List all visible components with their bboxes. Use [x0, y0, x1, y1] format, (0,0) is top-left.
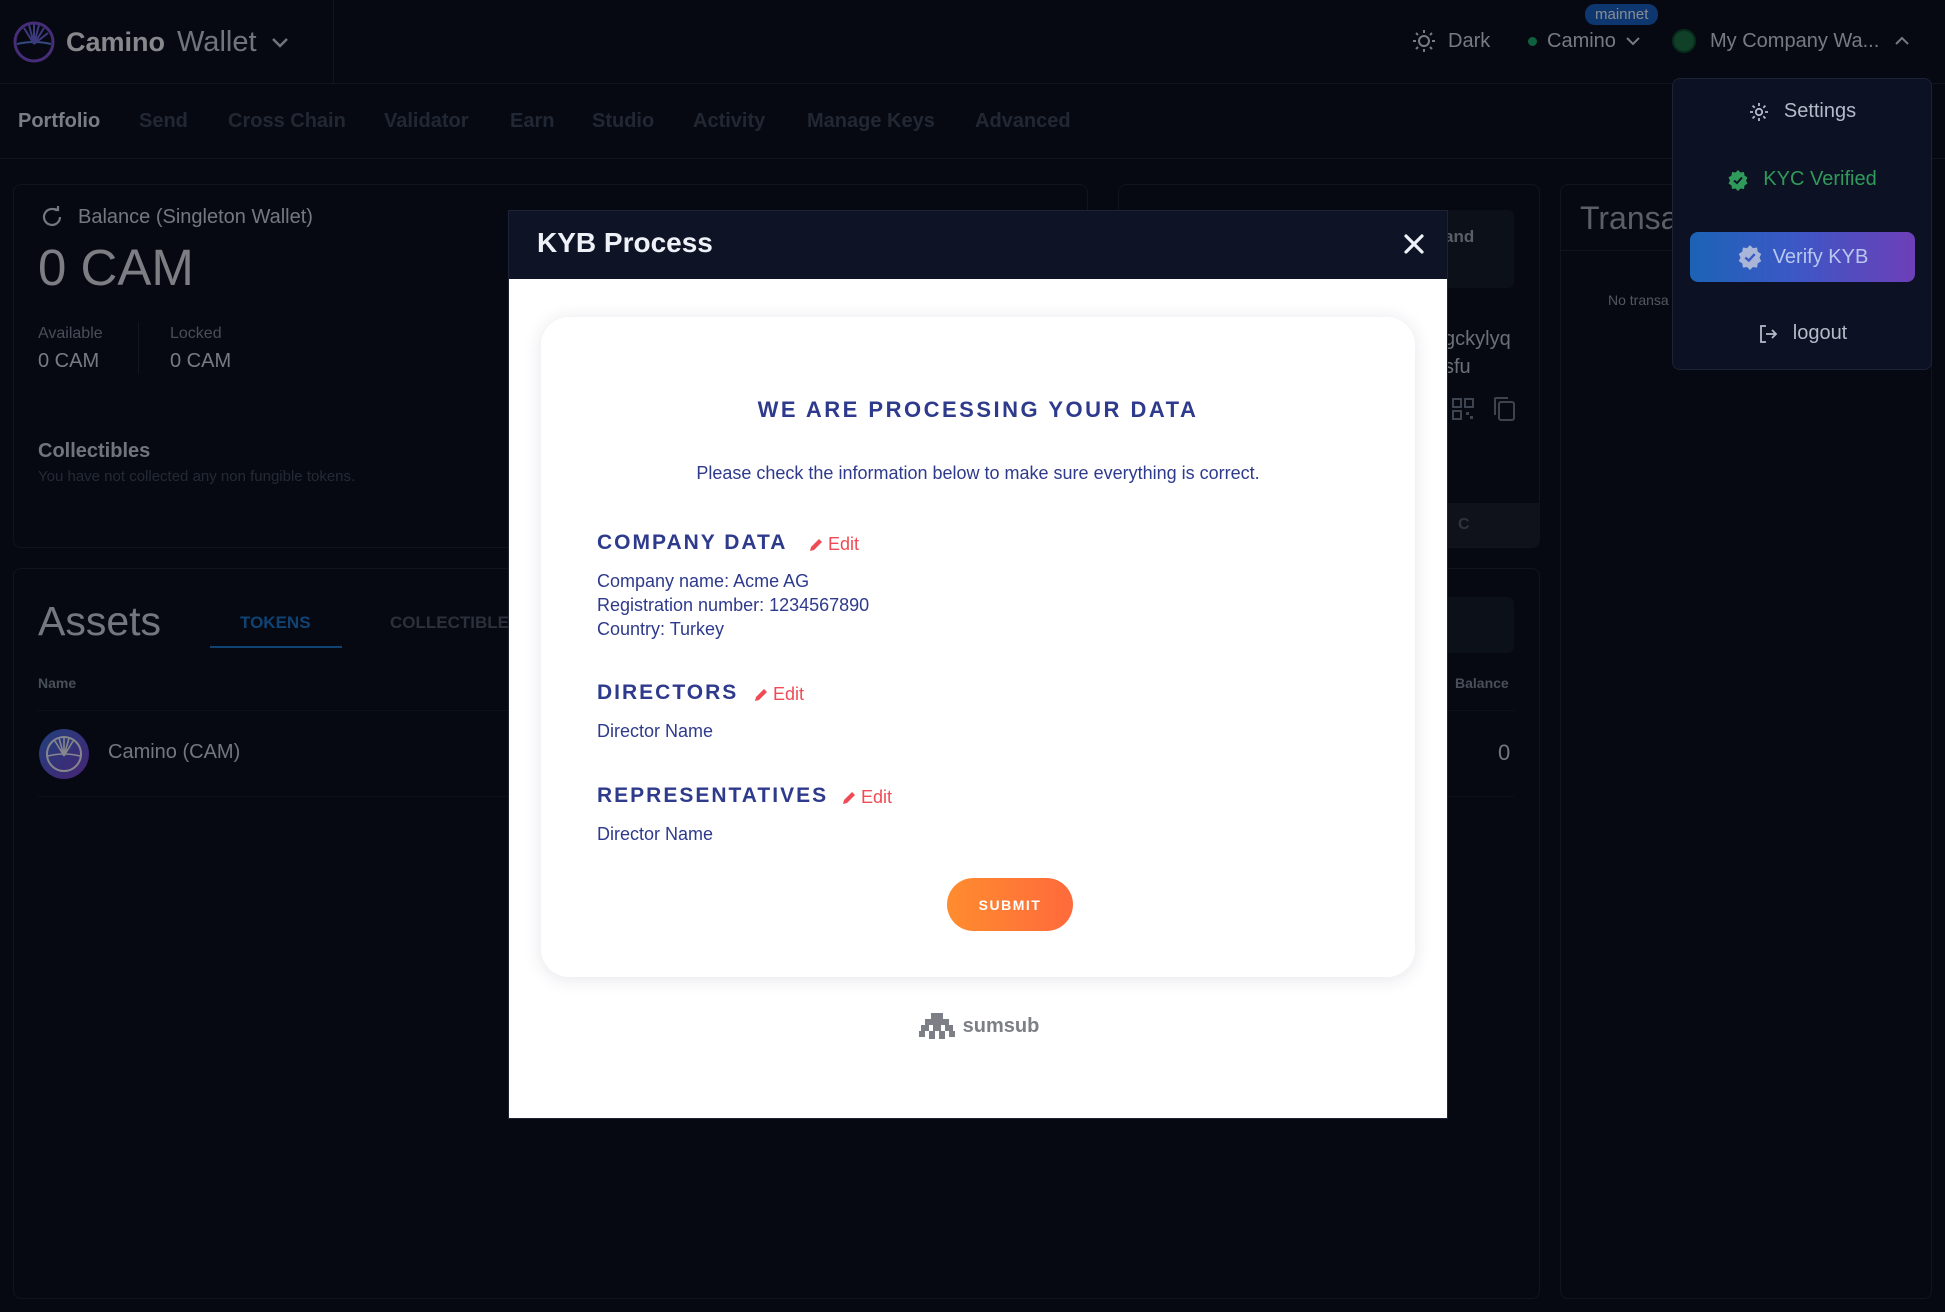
modal-title: KYB Process	[537, 227, 713, 258]
kyb-modal: KYB Process WE ARE PROCESSING YOUR DATA …	[509, 211, 1447, 1118]
menu-kyc-verified[interactable]: KYC Verified	[1672, 168, 1932, 191]
edit-company-link[interactable]: Edit	[808, 534, 859, 555]
gear-icon	[1749, 102, 1768, 121]
verified-badge-icon	[1738, 245, 1761, 270]
close-icon[interactable]	[1397, 227, 1431, 261]
country-line: Country: Turkey	[597, 619, 725, 639]
pencil-icon	[755, 688, 767, 701]
company-data-title: COMPANY DATA	[597, 531, 788, 554]
menu-logout[interactable]: logout	[1672, 322, 1932, 345]
pencil-icon	[843, 791, 855, 804]
edit-label: Edit	[861, 787, 893, 807]
verified-badge-icon	[1728, 169, 1748, 191]
edit-label: Edit	[828, 534, 860, 554]
registration-number-line: Registration number: 1234567890	[597, 595, 870, 615]
edit-label: Edit	[773, 684, 805, 704]
edit-directors-link[interactable]: Edit	[753, 684, 804, 705]
processing-intro: Please check the information below to ma…	[696, 463, 1260, 483]
sumsub-branding: sumsub	[509, 1011, 1447, 1041]
logout-icon	[1759, 324, 1778, 343]
representative-name-line: Director Name	[597, 824, 714, 844]
directors-title: DIRECTORS	[597, 681, 739, 704]
processing-heading: WE ARE PROCESSING YOUR DATA	[757, 397, 1199, 422]
modal-header: KYB Process	[509, 211, 1447, 279]
menu-kyc-label: KYC Verified	[1763, 168, 1877, 190]
director-name-line: Director Name	[597, 721, 714, 741]
sumsub-logo-icon	[918, 1013, 955, 1039]
company-name-line: Company name: Acme AG	[597, 571, 810, 591]
menu-settings[interactable]: Settings	[1672, 100, 1932, 123]
representatives-title: REPRESENTATIVES	[597, 784, 829, 807]
submit-button[interactable]: SUBMIT	[947, 878, 1073, 931]
menu-logout-label: logout	[1792, 322, 1848, 344]
menu-settings-label: Settings	[1783, 100, 1857, 122]
pencil-icon	[810, 538, 822, 551]
kyb-review-card: WE ARE PROCESSING YOUR DATA Please check…	[541, 317, 1415, 977]
edit-representatives-link[interactable]: Edit	[841, 787, 892, 808]
sumsub-label: sumsub	[962, 1014, 1040, 1037]
verify-kyb-label: Verify KYB	[1772, 245, 1869, 268]
verify-kyb-button[interactable]: Verify KYB	[1690, 232, 1915, 282]
